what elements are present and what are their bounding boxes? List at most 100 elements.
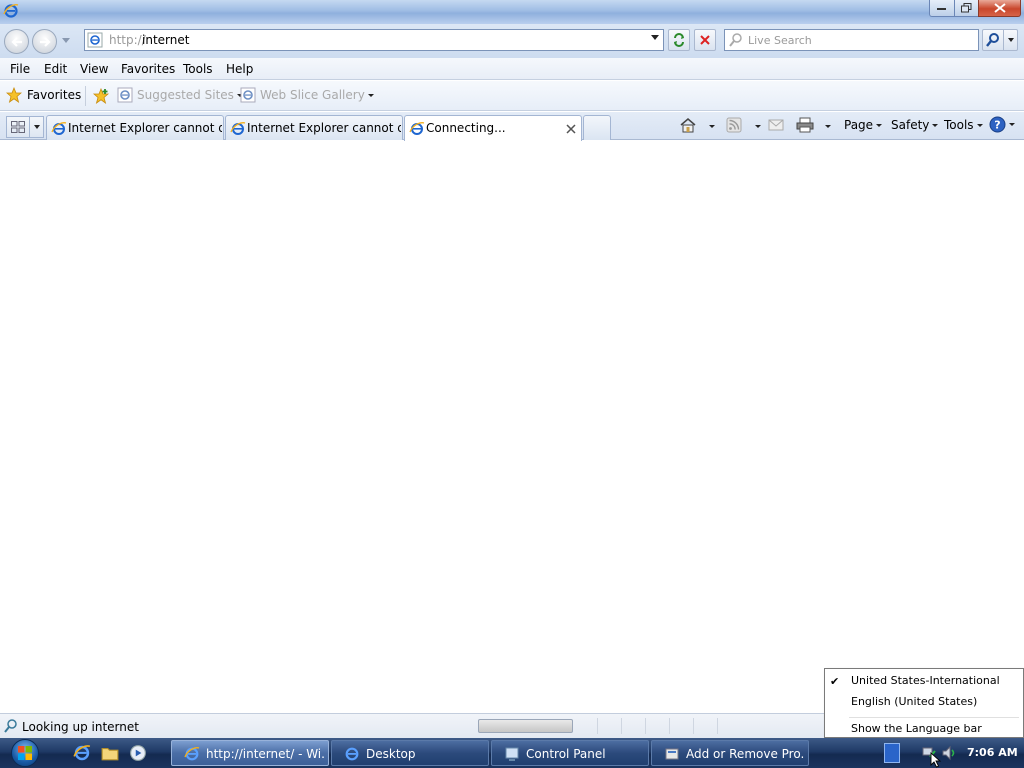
restore-icon: [961, 3, 972, 13]
compatibility-refresh-button[interactable]: [668, 29, 690, 51]
taskbar-item-label: http://internet/ - Wi...: [206, 747, 324, 761]
tools-menu-label: Tools: [944, 118, 974, 132]
tools-menu[interactable]: Tools: [944, 118, 983, 132]
quick-launch-ie-icon[interactable]: [73, 744, 91, 762]
close-button[interactable]: [978, 0, 1021, 17]
restore-button[interactable]: [954, 0, 979, 17]
address-bar[interactable]: http:// internet: [84, 29, 664, 51]
favorites-label: Favorites: [27, 88, 82, 102]
status-divider: [693, 718, 694, 734]
home-icon[interactable]: [679, 117, 697, 133]
web-slice-gallery-button[interactable]: Web Slice Gallery: [240, 87, 374, 103]
favorites-button[interactable]: Favorites: [6, 87, 81, 103]
language-option-english-us[interactable]: English (United States): [851, 695, 977, 708]
new-tab-button[interactable]: [583, 115, 611, 140]
status-divider: [717, 718, 718, 734]
ie-logo-icon: [230, 122, 246, 135]
taskbar-item-ie[interactable]: http://internet/ - Wi...: [171, 740, 329, 766]
stop-icon: [700, 35, 710, 45]
page-menu-label: Page: [844, 118, 874, 132]
menu-help[interactable]: Help: [226, 62, 253, 76]
start-button[interactable]: [5, 738, 45, 768]
page-content[interactable]: [0, 141, 1024, 713]
close-tab-icon[interactable]: [566, 124, 576, 134]
language-indicator-icon[interactable]: [884, 743, 900, 763]
ie-logo-icon: [409, 122, 425, 135]
forward-button[interactable]: [32, 29, 57, 54]
taskbar-item-label: Add or Remove Pro...: [686, 747, 804, 761]
menu-tools[interactable]: Tools: [183, 62, 213, 76]
read-mail-icon[interactable]: [768, 117, 784, 133]
feeds-dropdown[interactable]: [752, 119, 761, 133]
search-options-dropdown[interactable]: [1004, 29, 1018, 51]
taskbar-item-label: Control Panel: [526, 747, 606, 761]
chevron-down-icon: [33, 125, 40, 129]
volume-tray-icon[interactable]: [941, 745, 957, 761]
minimize-icon: [937, 8, 946, 10]
title-bar: [0, 0, 1024, 24]
menu-favorites[interactable]: Favorites: [121, 62, 175, 76]
back-arrow-icon: [10, 36, 22, 47]
search-placeholder: Live Search: [748, 34, 812, 47]
svg-text:?: ?: [994, 119, 1000, 132]
chevron-down-icon: [825, 125, 831, 128]
control-panel-icon: [505, 747, 519, 761]
address-input[interactable]: internet: [142, 33, 189, 47]
ie-logo-icon: [51, 122, 67, 135]
back-button[interactable]: [4, 29, 29, 54]
status-divider: [621, 718, 622, 734]
menu-view[interactable]: View: [80, 62, 108, 76]
safety-menu[interactable]: Safety: [891, 118, 939, 132]
favbar-divider: [85, 86, 86, 106]
taskbar-item-add-remove[interactable]: Add or Remove Pro...: [651, 740, 809, 766]
show-language-bar-option[interactable]: Show the Language bar: [851, 722, 982, 735]
language-menu: ✔ United States-International English (U…: [824, 668, 1024, 738]
home-dropdown[interactable]: [706, 119, 715, 133]
windows-flag-icon: [18, 746, 32, 760]
language-option-us-international[interactable]: United States-International: [851, 674, 1000, 687]
chevron-down-icon: [709, 125, 715, 128]
tab-list-button[interactable]: [30, 116, 44, 138]
quick-tabs-button[interactable]: [6, 116, 30, 138]
page-menu[interactable]: Page: [844, 118, 883, 132]
print-icon[interactable]: [796, 117, 814, 133]
status-divider: [669, 718, 670, 734]
chevron-down-icon: [932, 124, 939, 127]
address-row: http:// internet Live Search: [0, 24, 1024, 58]
search-button[interactable]: [982, 29, 1004, 51]
quick-launch-media-icon[interactable]: [129, 744, 147, 762]
help-button[interactable]: ?: [989, 116, 1015, 133]
search-input[interactable]: Live Search: [724, 29, 979, 51]
recent-pages-dropdown-icon[interactable]: [62, 38, 70, 44]
ie-logo-icon: [184, 747, 200, 761]
page-ie-icon: [117, 87, 133, 103]
progress-bar: [478, 719, 573, 733]
tab-2[interactable]: Internet Explorer cannot dis...: [225, 115, 403, 140]
minimize-button[interactable]: [929, 0, 955, 17]
address-dropdown-icon[interactable]: [651, 35, 659, 41]
search-icon: [4, 719, 17, 733]
suggested-sites-label: Suggested Sites: [137, 88, 234, 102]
taskbar-item-control-panel[interactable]: Control Panel: [491, 740, 649, 766]
page-ie-icon: [87, 32, 103, 48]
feeds-icon[interactable]: [726, 117, 742, 133]
clock[interactable]: 7:06 AM: [967, 746, 1018, 759]
taskbar-item-desktop[interactable]: Desktop: [331, 740, 489, 766]
taskbar-item-label: Desktop: [366, 747, 416, 761]
address-prefix: http://: [109, 33, 146, 47]
quick-launch-explorer-icon[interactable]: [101, 744, 119, 762]
tab-3-active[interactable]: Connecting...: [404, 115, 582, 141]
web-slice-gallery-label: Web Slice Gallery: [260, 88, 365, 102]
taskbar: http://internet/ - Wi... Desktop Control…: [0, 738, 1024, 768]
stop-button[interactable]: [694, 29, 716, 51]
safety-menu-label: Safety: [891, 118, 930, 132]
print-dropdown[interactable]: [822, 119, 831, 133]
menu-separator: [849, 717, 1019, 718]
tab-1[interactable]: Internet Explorer cannot dis...: [46, 115, 224, 140]
menu-file[interactable]: File: [10, 62, 30, 76]
suggested-sites-button[interactable]: Suggested Sites: [117, 87, 243, 103]
menu-edit[interactable]: Edit: [44, 62, 67, 76]
page-ie-icon: [240, 87, 256, 103]
add-to-favorites-icon[interactable]: [92, 87, 110, 105]
forward-arrow-icon: [39, 36, 51, 47]
